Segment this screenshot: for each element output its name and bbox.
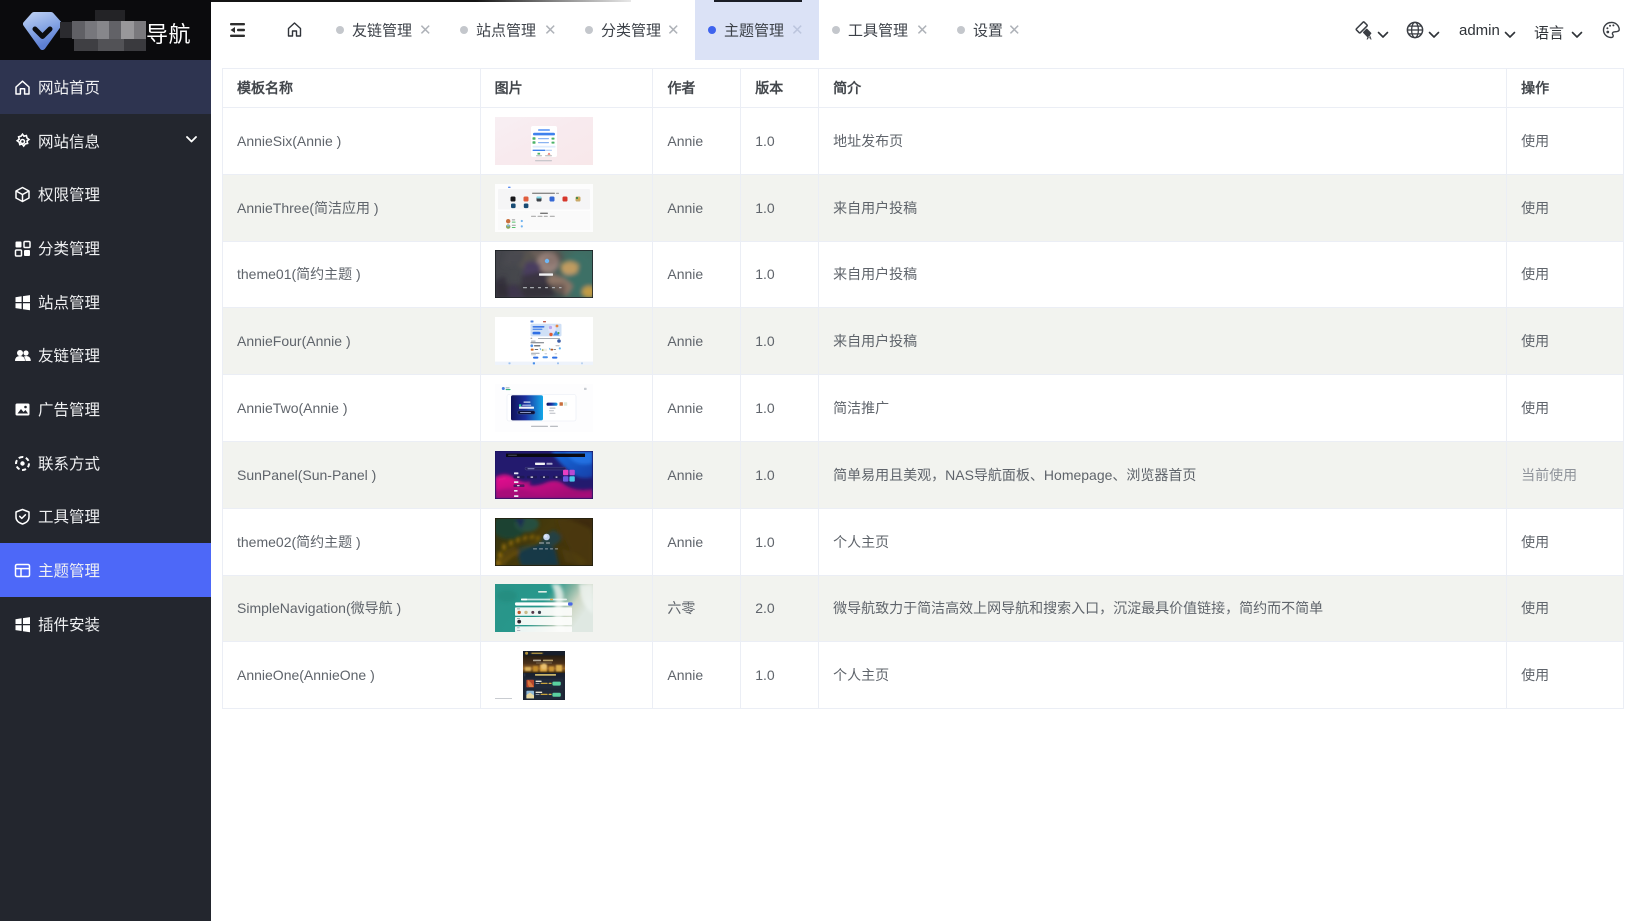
- svg-text:A: A: [1366, 33, 1372, 41]
